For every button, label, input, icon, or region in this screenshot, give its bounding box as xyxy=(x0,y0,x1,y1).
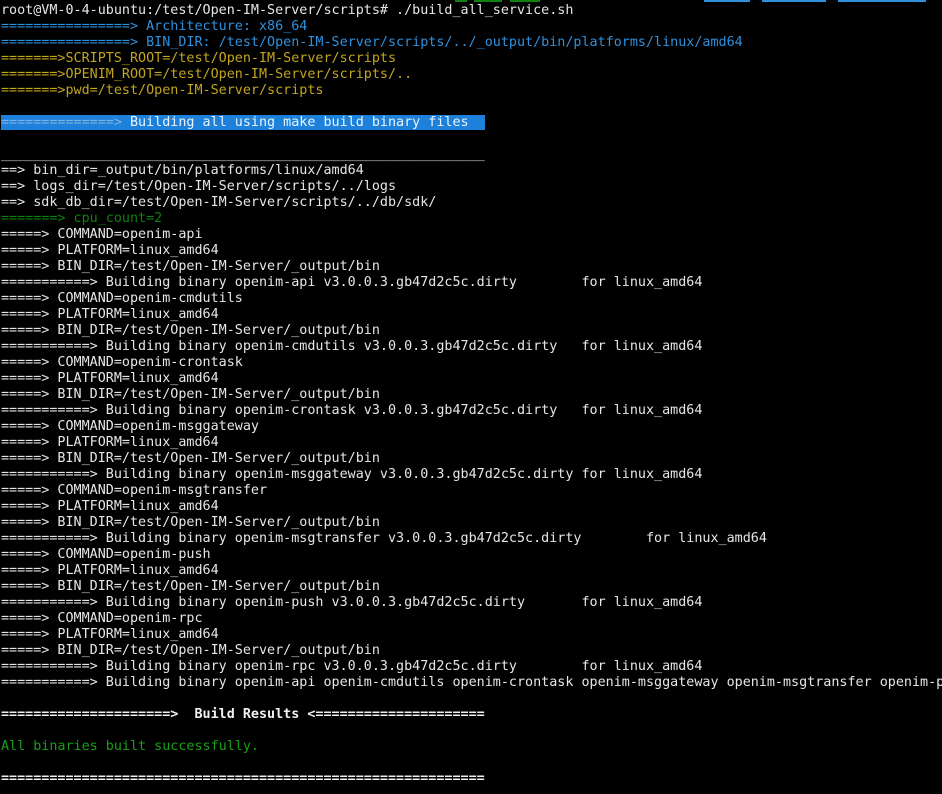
terminal-line: =====> COMMAND=openim-msggateway xyxy=(1,419,942,435)
clipped-text-fragment xyxy=(455,0,467,2)
terminal-line: ===========> Building binary openim-rpc … xyxy=(1,659,942,675)
terminal-line: =====> COMMAND=openim-rpc xyxy=(1,611,942,627)
terminal-line: All binaries built successfully. xyxy=(1,739,942,755)
terminal-line: =====> BIN_DIR=/test/Open-IM-Server/_out… xyxy=(1,259,942,275)
terminal-line: ===========> Building binary openim-api … xyxy=(1,675,942,691)
terminal-line: ===========> Building binary openim-msgt… xyxy=(1,531,942,547)
terminal-line: ===========> Building binary openim-api … xyxy=(1,275,942,291)
clipped-text-fragment xyxy=(474,0,502,2)
terminal-line: =====> COMMAND=openim-api xyxy=(1,227,942,243)
terminal-line: =======> cpu_count=2 xyxy=(1,211,942,227)
clipped-text-fragment xyxy=(510,0,540,2)
highlight-message: Building all using make build binary fil… xyxy=(122,115,485,130)
terminal-line: =====> PLATFORM=linux_amd64 xyxy=(1,563,942,579)
terminal-line: ================> Architecture: x86_64 xyxy=(1,19,942,35)
terminal-line: root@VM-0-4-ubuntu:/test/Open-IM-Server/… xyxy=(1,3,942,19)
highlight-arrow: ==============> xyxy=(1,115,122,130)
terminal-line: ==> bin_dir=_output/bin/platforms/linux/… xyxy=(1,163,942,179)
terminal-line: =====> PLATFORM=linux_amd64 xyxy=(1,371,942,387)
terminal-line: =======>pwd=/test/Open-IM-Server/scripts xyxy=(1,83,942,99)
terminal-line: =====> BIN_DIR=/test/Open-IM-Server/_out… xyxy=(1,643,942,659)
terminal-window[interactable]: root@VM-0-4-ubuntu:/test/Open-IM-Server/… xyxy=(0,0,942,794)
clipped-text-fragment xyxy=(838,0,926,2)
terminal-line: ===========> Building binary openim-msgg… xyxy=(1,467,942,483)
clipped-text-fragment xyxy=(704,0,750,2)
clipped-text-fragment xyxy=(762,0,826,2)
terminal-line: =====> BIN_DIR=/test/Open-IM-Server/_out… xyxy=(1,387,942,403)
terminal-line: =====> PLATFORM=linux_amd64 xyxy=(1,435,942,451)
terminal-line xyxy=(1,723,942,739)
terminal-line: =====> COMMAND=openim-cmdutils xyxy=(1,291,942,307)
terminal-line: ________________________________________… xyxy=(1,147,942,163)
terminal-line: =====> PLATFORM=linux_amd64 xyxy=(1,243,942,259)
terminal-line xyxy=(1,691,942,707)
terminal-line: ================> BIN_DIR: /test/Open-IM… xyxy=(1,35,942,51)
terminal-line: =====> COMMAND=openim-push xyxy=(1,547,942,563)
terminal-line xyxy=(1,131,942,147)
terminal-line: =====> BIN_DIR=/test/Open-IM-Server/_out… xyxy=(1,579,942,595)
terminal-line: =======>SCRIPTS_ROOT=/test/Open-IM-Serve… xyxy=(1,51,942,67)
terminal-line: ==> logs_dir=/test/Open-IM-Server/script… xyxy=(1,179,942,195)
terminal-line: =====================> Build Results <==… xyxy=(1,707,942,723)
terminal-line: =====> PLATFORM=linux_amd64 xyxy=(1,627,942,643)
terminal-line: =====> PLATFORM=linux_amd64 xyxy=(1,499,942,515)
terminal-line: =====> BIN_DIR=/test/Open-IM-Server/_out… xyxy=(1,451,942,467)
terminal-line: ==============> Building all using make … xyxy=(1,115,942,131)
terminal-line: =====> BIN_DIR=/test/Open-IM-Server/_out… xyxy=(1,515,942,531)
terminal-line: ========================================… xyxy=(1,771,942,787)
terminal-line: ===========> Building binary openim-cron… xyxy=(1,403,942,419)
terminal-line: ==> sdk_db_dir=/test/Open-IM-Server/scri… xyxy=(1,195,942,211)
terminal-line: ===========> Building binary openim-cmdu… xyxy=(1,339,942,355)
terminal-line xyxy=(1,755,942,771)
terminal-output: root@VM-0-4-ubuntu:/test/Open-IM-Server/… xyxy=(1,3,942,787)
terminal-line: =====> COMMAND=openim-msgtransfer xyxy=(1,483,942,499)
terminal-line: =====> BIN_DIR=/test/Open-IM-Server/_out… xyxy=(1,323,942,339)
terminal-line xyxy=(1,99,942,115)
terminal-line: =====> PLATFORM=linux_amd64 xyxy=(1,307,942,323)
terminal-line: ===========> Building binary openim-push… xyxy=(1,595,942,611)
terminal-line: =====> COMMAND=openim-crontask xyxy=(1,355,942,371)
terminal-line: =======>OPENIM_ROOT=/test/Open-IM-Server… xyxy=(1,67,942,83)
